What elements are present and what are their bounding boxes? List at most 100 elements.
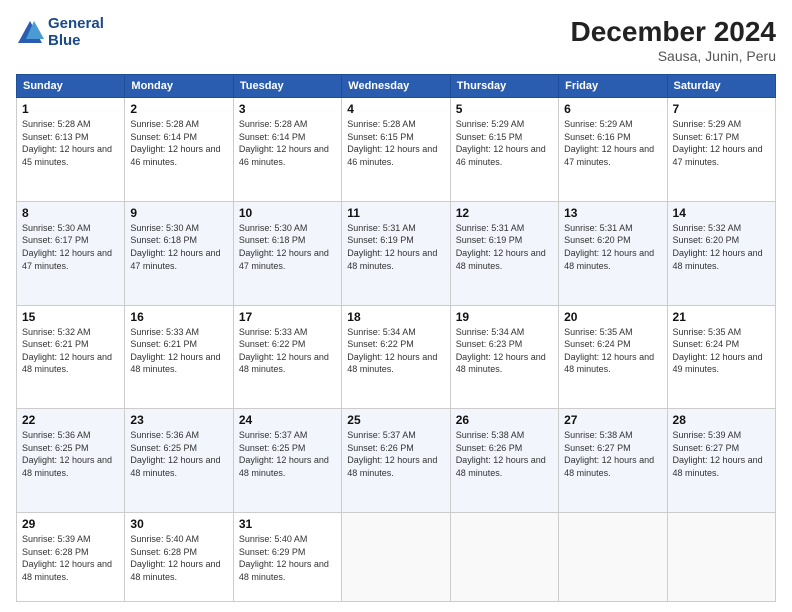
day-info: Sunrise: 5:39 AM Sunset: 6:27 PM Dayligh…: [673, 429, 770, 479]
calendar-cell: 11 Sunrise: 5:31 AM Sunset: 6:19 PM Dayl…: [342, 201, 450, 305]
day-number: 5: [456, 102, 553, 116]
day-number: 13: [564, 206, 661, 220]
calendar-cell: 5 Sunrise: 5:29 AM Sunset: 6:15 PM Dayli…: [450, 98, 558, 202]
day-info: Sunrise: 5:30 AM Sunset: 6:18 PM Dayligh…: [130, 222, 227, 272]
calendar-cell: 24 Sunrise: 5:37 AM Sunset: 6:25 PM Dayl…: [233, 409, 341, 513]
day-info: Sunrise: 5:29 AM Sunset: 6:17 PM Dayligh…: [673, 118, 770, 168]
calendar-cell: 31 Sunrise: 5:40 AM Sunset: 6:29 PM Dayl…: [233, 513, 341, 602]
day-number: 26: [456, 413, 553, 427]
calendar-cell: [450, 513, 558, 602]
logo: General Blue: [16, 16, 104, 49]
calendar-title: December 2024: [571, 16, 776, 48]
calendar-cell: 3 Sunrise: 5:28 AM Sunset: 6:14 PM Dayli…: [233, 98, 341, 202]
calendar-cell: 8 Sunrise: 5:30 AM Sunset: 6:17 PM Dayli…: [17, 201, 125, 305]
calendar-cell: 26 Sunrise: 5:38 AM Sunset: 6:26 PM Dayl…: [450, 409, 558, 513]
day-info: Sunrise: 5:37 AM Sunset: 6:26 PM Dayligh…: [347, 429, 444, 479]
day-info: Sunrise: 5:28 AM Sunset: 6:13 PM Dayligh…: [22, 118, 119, 168]
day-number: 25: [347, 413, 444, 427]
day-info: Sunrise: 5:36 AM Sunset: 6:25 PM Dayligh…: [22, 429, 119, 479]
day-info: Sunrise: 5:36 AM Sunset: 6:25 PM Dayligh…: [130, 429, 227, 479]
day-number: 27: [564, 413, 661, 427]
logo-text: General Blue: [48, 16, 104, 49]
calendar-cell: 28 Sunrise: 5:39 AM Sunset: 6:27 PM Dayl…: [667, 409, 775, 513]
day-info: Sunrise: 5:35 AM Sunset: 6:24 PM Dayligh…: [673, 326, 770, 376]
col-header-thursday: Thursday: [450, 75, 558, 98]
day-info: Sunrise: 5:32 AM Sunset: 6:21 PM Dayligh…: [22, 326, 119, 376]
day-number: 12: [456, 206, 553, 220]
day-number: 31: [239, 517, 336, 531]
calendar-cell: 6 Sunrise: 5:29 AM Sunset: 6:16 PM Dayli…: [559, 98, 667, 202]
day-info: Sunrise: 5:39 AM Sunset: 6:28 PM Dayligh…: [22, 533, 119, 583]
calendar-cell: [667, 513, 775, 602]
title-block: December 2024 Sausa, Junin, Peru: [571, 16, 776, 64]
day-info: Sunrise: 5:38 AM Sunset: 6:26 PM Dayligh…: [456, 429, 553, 479]
day-info: Sunrise: 5:29 AM Sunset: 6:15 PM Dayligh…: [456, 118, 553, 168]
calendar-cell: 30 Sunrise: 5:40 AM Sunset: 6:28 PM Dayl…: [125, 513, 233, 602]
calendar-cell: 18 Sunrise: 5:34 AM Sunset: 6:22 PM Dayl…: [342, 305, 450, 409]
day-number: 8: [22, 206, 119, 220]
day-number: 1: [22, 102, 119, 116]
day-info: Sunrise: 5:33 AM Sunset: 6:22 PM Dayligh…: [239, 326, 336, 376]
day-number: 14: [673, 206, 770, 220]
col-header-monday: Monday: [125, 75, 233, 98]
col-header-sunday: Sunday: [17, 75, 125, 98]
day-number: 2: [130, 102, 227, 116]
day-info: Sunrise: 5:40 AM Sunset: 6:29 PM Dayligh…: [239, 533, 336, 583]
calendar-cell: 2 Sunrise: 5:28 AM Sunset: 6:14 PM Dayli…: [125, 98, 233, 202]
day-number: 21: [673, 310, 770, 324]
day-info: Sunrise: 5:34 AM Sunset: 6:23 PM Dayligh…: [456, 326, 553, 376]
calendar-cell: 20 Sunrise: 5:35 AM Sunset: 6:24 PM Dayl…: [559, 305, 667, 409]
calendar-cell: 7 Sunrise: 5:29 AM Sunset: 6:17 PM Dayli…: [667, 98, 775, 202]
calendar-cell: 29 Sunrise: 5:39 AM Sunset: 6:28 PM Dayl…: [17, 513, 125, 602]
day-number: 28: [673, 413, 770, 427]
calendar-table: SundayMondayTuesdayWednesdayThursdayFrid…: [16, 74, 776, 602]
calendar-cell: 17 Sunrise: 5:33 AM Sunset: 6:22 PM Dayl…: [233, 305, 341, 409]
day-number: 19: [456, 310, 553, 324]
col-header-wednesday: Wednesday: [342, 75, 450, 98]
header: General Blue December 2024 Sausa, Junin,…: [16, 16, 776, 64]
calendar-cell: 15 Sunrise: 5:32 AM Sunset: 6:21 PM Dayl…: [17, 305, 125, 409]
day-info: Sunrise: 5:34 AM Sunset: 6:22 PM Dayligh…: [347, 326, 444, 376]
day-number: 30: [130, 517, 227, 531]
calendar-cell: 12 Sunrise: 5:31 AM Sunset: 6:19 PM Dayl…: [450, 201, 558, 305]
calendar-subtitle: Sausa, Junin, Peru: [571, 48, 776, 64]
calendar-cell: 16 Sunrise: 5:33 AM Sunset: 6:21 PM Dayl…: [125, 305, 233, 409]
day-info: Sunrise: 5:38 AM Sunset: 6:27 PM Dayligh…: [564, 429, 661, 479]
day-number: 15: [22, 310, 119, 324]
calendar-cell: [342, 513, 450, 602]
day-number: 16: [130, 310, 227, 324]
calendar-cell: 27 Sunrise: 5:38 AM Sunset: 6:27 PM Dayl…: [559, 409, 667, 513]
day-number: 4: [347, 102, 444, 116]
day-number: 22: [22, 413, 119, 427]
day-info: Sunrise: 5:30 AM Sunset: 6:18 PM Dayligh…: [239, 222, 336, 272]
calendar-cell: 13 Sunrise: 5:31 AM Sunset: 6:20 PM Dayl…: [559, 201, 667, 305]
day-number: 11: [347, 206, 444, 220]
day-info: Sunrise: 5:29 AM Sunset: 6:16 PM Dayligh…: [564, 118, 661, 168]
page: General Blue December 2024 Sausa, Junin,…: [0, 0, 792, 612]
day-info: Sunrise: 5:31 AM Sunset: 6:20 PM Dayligh…: [564, 222, 661, 272]
col-header-tuesday: Tuesday: [233, 75, 341, 98]
day-info: Sunrise: 5:35 AM Sunset: 6:24 PM Dayligh…: [564, 326, 661, 376]
calendar-cell: 19 Sunrise: 5:34 AM Sunset: 6:23 PM Dayl…: [450, 305, 558, 409]
day-number: 10: [239, 206, 336, 220]
calendar-cell: 14 Sunrise: 5:32 AM Sunset: 6:20 PM Dayl…: [667, 201, 775, 305]
calendar-cell: 21 Sunrise: 5:35 AM Sunset: 6:24 PM Dayl…: [667, 305, 775, 409]
logo-line2: Blue: [48, 33, 104, 50]
day-info: Sunrise: 5:28 AM Sunset: 6:14 PM Dayligh…: [239, 118, 336, 168]
day-info: Sunrise: 5:30 AM Sunset: 6:17 PM Dayligh…: [22, 222, 119, 272]
day-number: 18: [347, 310, 444, 324]
day-number: 29: [22, 517, 119, 531]
day-number: 9: [130, 206, 227, 220]
day-info: Sunrise: 5:28 AM Sunset: 6:15 PM Dayligh…: [347, 118, 444, 168]
day-info: Sunrise: 5:33 AM Sunset: 6:21 PM Dayligh…: [130, 326, 227, 376]
calendar-cell: 1 Sunrise: 5:28 AM Sunset: 6:13 PM Dayli…: [17, 98, 125, 202]
calendar-cell: 4 Sunrise: 5:28 AM Sunset: 6:15 PM Dayli…: [342, 98, 450, 202]
day-info: Sunrise: 5:37 AM Sunset: 6:25 PM Dayligh…: [239, 429, 336, 479]
calendar-cell: [559, 513, 667, 602]
day-number: 3: [239, 102, 336, 116]
calendar-cell: 10 Sunrise: 5:30 AM Sunset: 6:18 PM Dayl…: [233, 201, 341, 305]
day-info: Sunrise: 5:28 AM Sunset: 6:14 PM Dayligh…: [130, 118, 227, 168]
calendar-cell: 23 Sunrise: 5:36 AM Sunset: 6:25 PM Dayl…: [125, 409, 233, 513]
day-number: 6: [564, 102, 661, 116]
day-number: 24: [239, 413, 336, 427]
